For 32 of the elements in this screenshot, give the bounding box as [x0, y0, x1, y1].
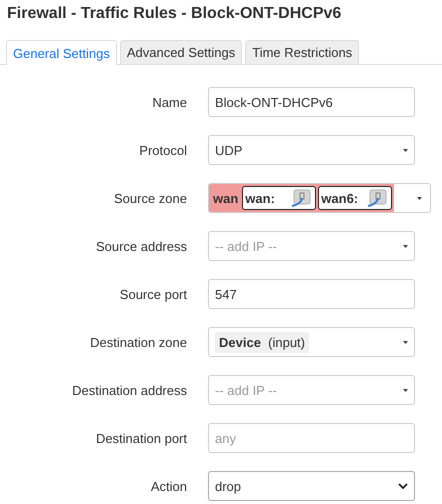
caret-icon [403, 340, 408, 344]
field-label: Source port [118, 286, 188, 302]
tab[interactable]: Time Restrictions [245, 40, 360, 64]
caret-icon [417, 196, 422, 200]
network-port-icon [367, 189, 388, 207]
text-field[interactable]: Block-ONT-DHCPv6 [208, 87, 415, 117]
zone-dropdown[interactable]: Device (input) [208, 327, 415, 357]
text-field[interactable]: 547 [208, 279, 415, 309]
text-field[interactable]: any [208, 423, 415, 453]
field-label: Destination port [94, 430, 188, 446]
caret-icon [403, 148, 408, 152]
tab[interactable]: Advanced Settings [120, 40, 242, 64]
tab[interactable]: General Settings [6, 40, 117, 65]
field-label: Destination zone [89, 334, 188, 350]
field-label: Protocol [138, 142, 188, 158]
field-label: Action [150, 478, 188, 494]
field-label: Source address [94, 238, 188, 254]
dropdown[interactable]: UDP [208, 135, 415, 165]
zone-dropdown[interactable]: wan wan: wan6: [208, 183, 431, 213]
network-chip: wan: [242, 186, 316, 210]
action-select[interactable]: drop [208, 471, 415, 501]
network-port-icon [291, 189, 312, 207]
chevron-icon [398, 483, 408, 489]
field-label: Name [151, 94, 188, 110]
zone-chip: Device (input) [215, 332, 309, 352]
page-title: Firewall - Traffic Rules - Block-ONT-DHCPv6 [6, 4, 342, 24]
zone-name: wan [213, 190, 240, 206]
field-label: Destination address [71, 382, 188, 398]
caret-icon [403, 244, 408, 248]
caret-icon [403, 388, 408, 392]
field-label: Source zone [113, 190, 188, 206]
network-chip: wan6: [318, 186, 392, 210]
